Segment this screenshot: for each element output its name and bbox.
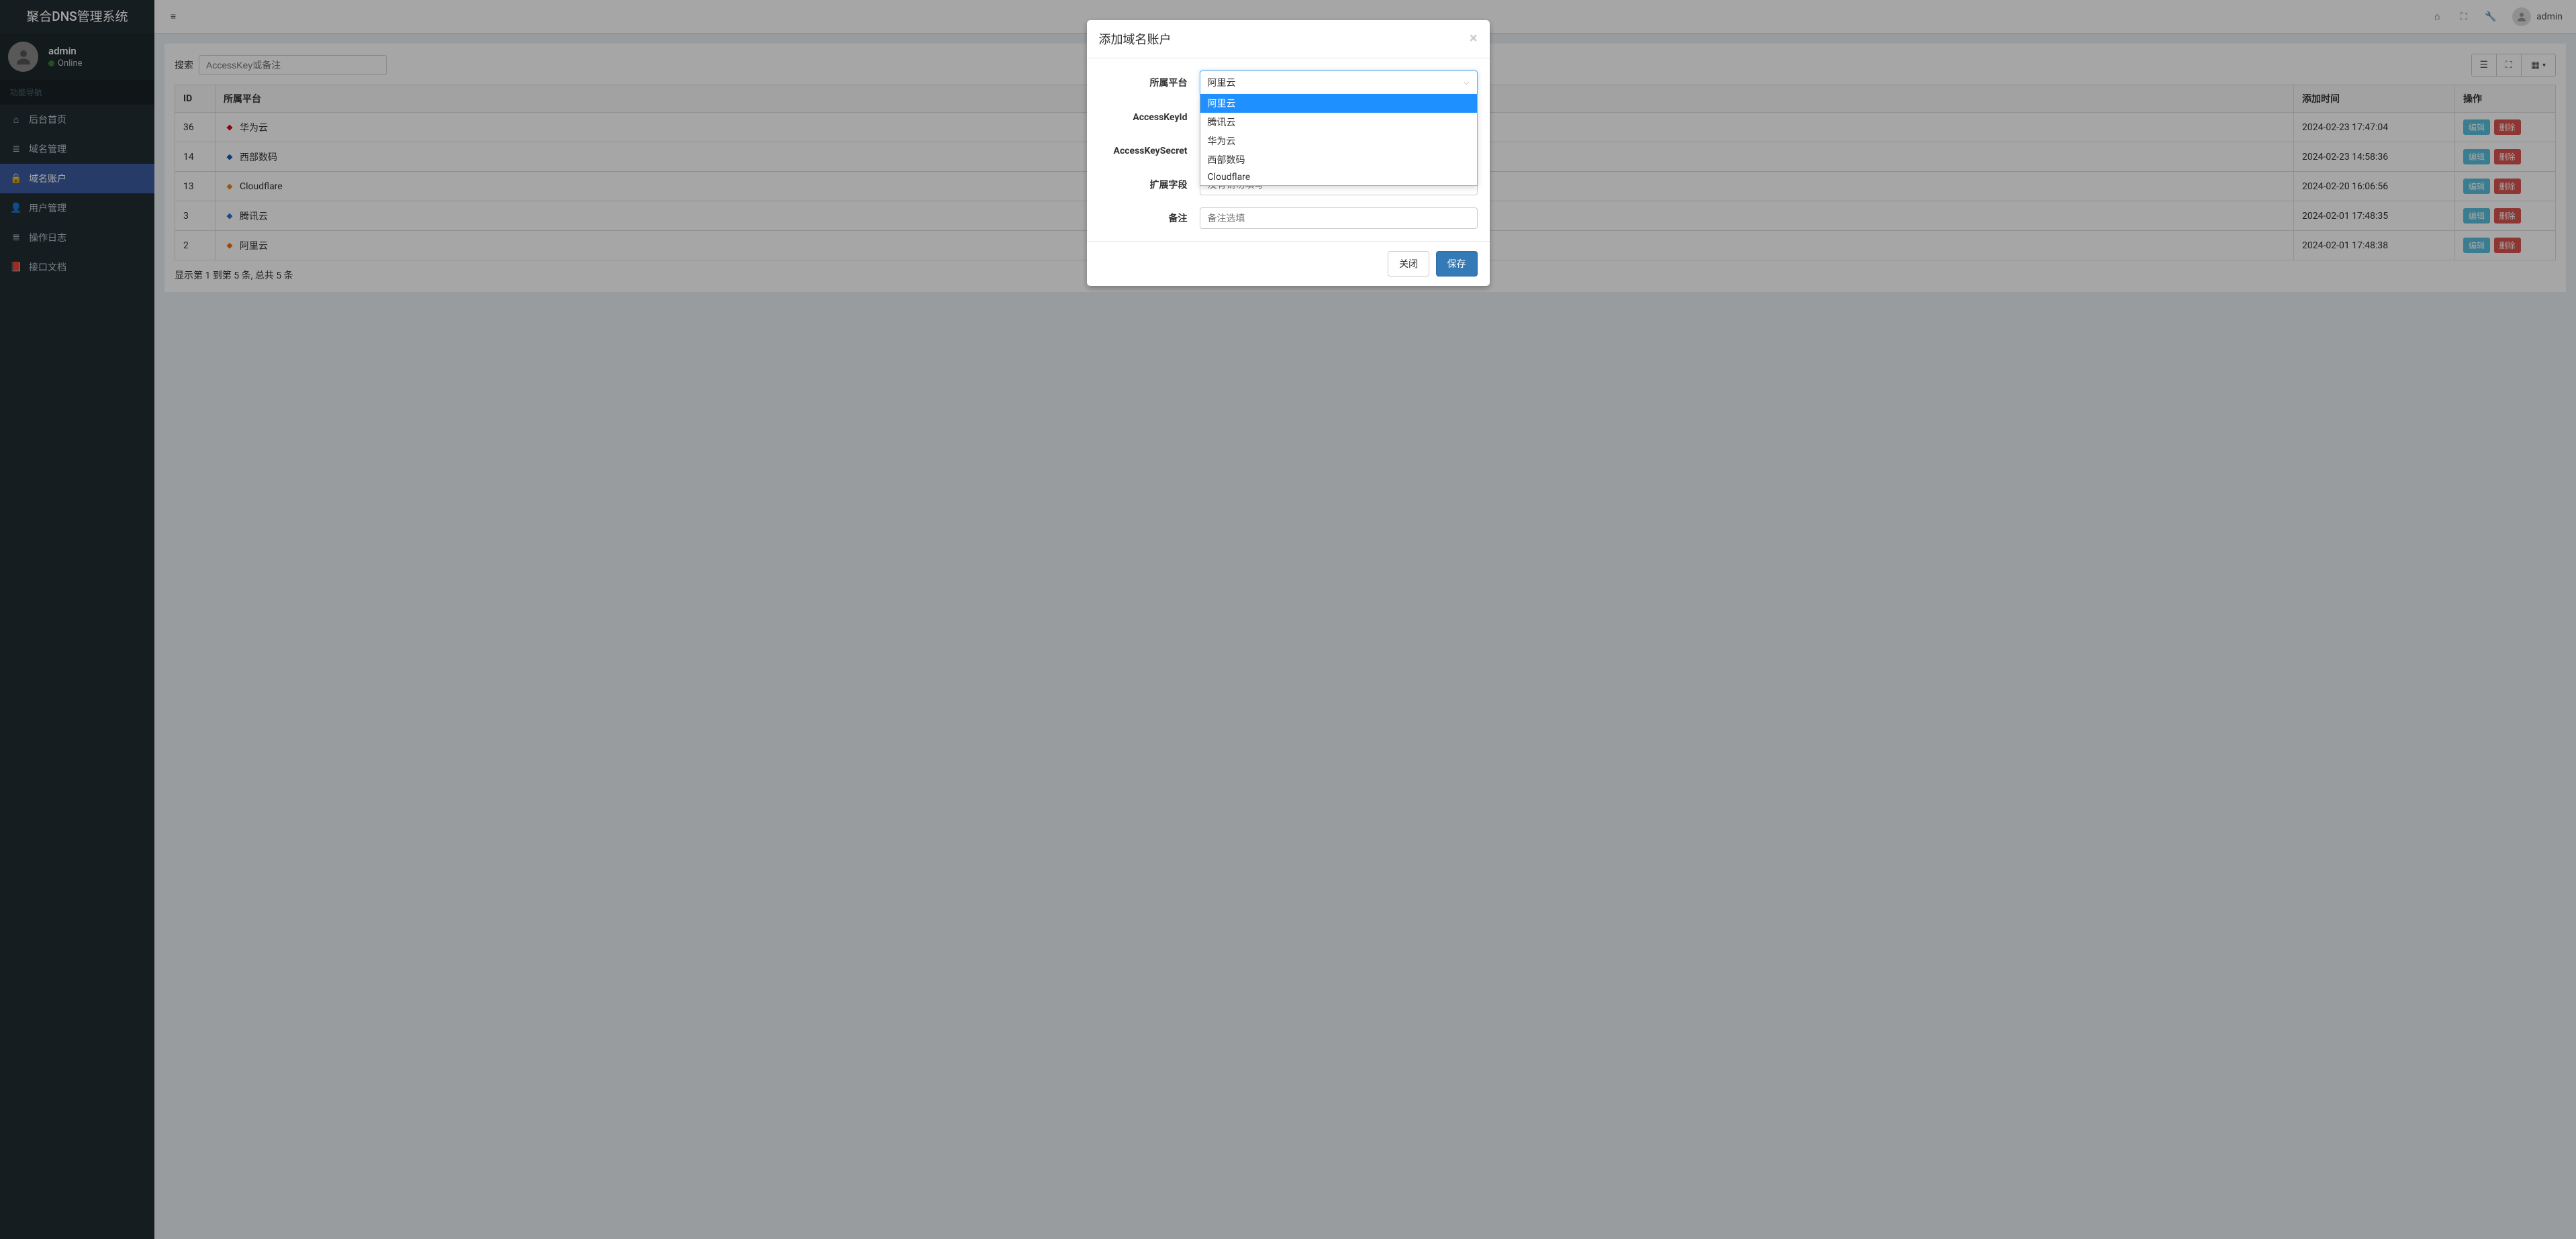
remark-label: 备注 [1099, 211, 1200, 225]
access-key-id-label: AccessKeyId [1099, 112, 1200, 123]
cancel-button[interactable]: 关闭 [1388, 251, 1429, 277]
modal-title: 添加域名账户 [1099, 30, 1172, 48]
platform-option[interactable]: 阿里云 [1200, 94, 1477, 113]
modal-body: 所属平台 阿里云 ⌵ 阿里云腾讯云华为云西部数码Cloudflare Acces… [1087, 58, 1490, 241]
platform-option[interactable]: 西部数码 [1200, 150, 1477, 169]
modal-header: 添加域名账户 × [1087, 20, 1490, 58]
chevron-down-icon: ⌵ [1464, 78, 1469, 87]
form-row-remark: 备注 [1099, 207, 1478, 229]
modal-footer: 关闭 保存 [1087, 241, 1490, 286]
platform-select[interactable]: 阿里云 ⌵ [1200, 70, 1478, 95]
close-icon: × [1470, 30, 1478, 47]
remark-input[interactable] [1200, 207, 1478, 229]
modal-close-button[interactable]: × [1470, 32, 1478, 46]
access-key-secret-label: AccessKeySecret [1099, 146, 1200, 156]
form-row-platform: 所属平台 阿里云 ⌵ 阿里云腾讯云华为云西部数码Cloudflare [1099, 70, 1478, 95]
platform-selected-value: 阿里云 [1208, 76, 1236, 89]
add-account-modal: 添加域名账户 × 所属平台 阿里云 ⌵ 阿里云腾讯云华为云西部数码Cloudfl… [1087, 20, 1490, 286]
platform-option[interactable]: Cloudflare [1200, 169, 1477, 185]
platform-label: 所属平台 [1099, 76, 1200, 89]
platform-option[interactable]: 腾讯云 [1200, 113, 1477, 132]
ext-label: 扩展字段 [1099, 178, 1200, 191]
platform-dropdown: 阿里云腾讯云华为云西部数码Cloudflare [1200, 94, 1478, 186]
platform-option[interactable]: 华为云 [1200, 132, 1477, 150]
save-button[interactable]: 保存 [1436, 251, 1478, 277]
